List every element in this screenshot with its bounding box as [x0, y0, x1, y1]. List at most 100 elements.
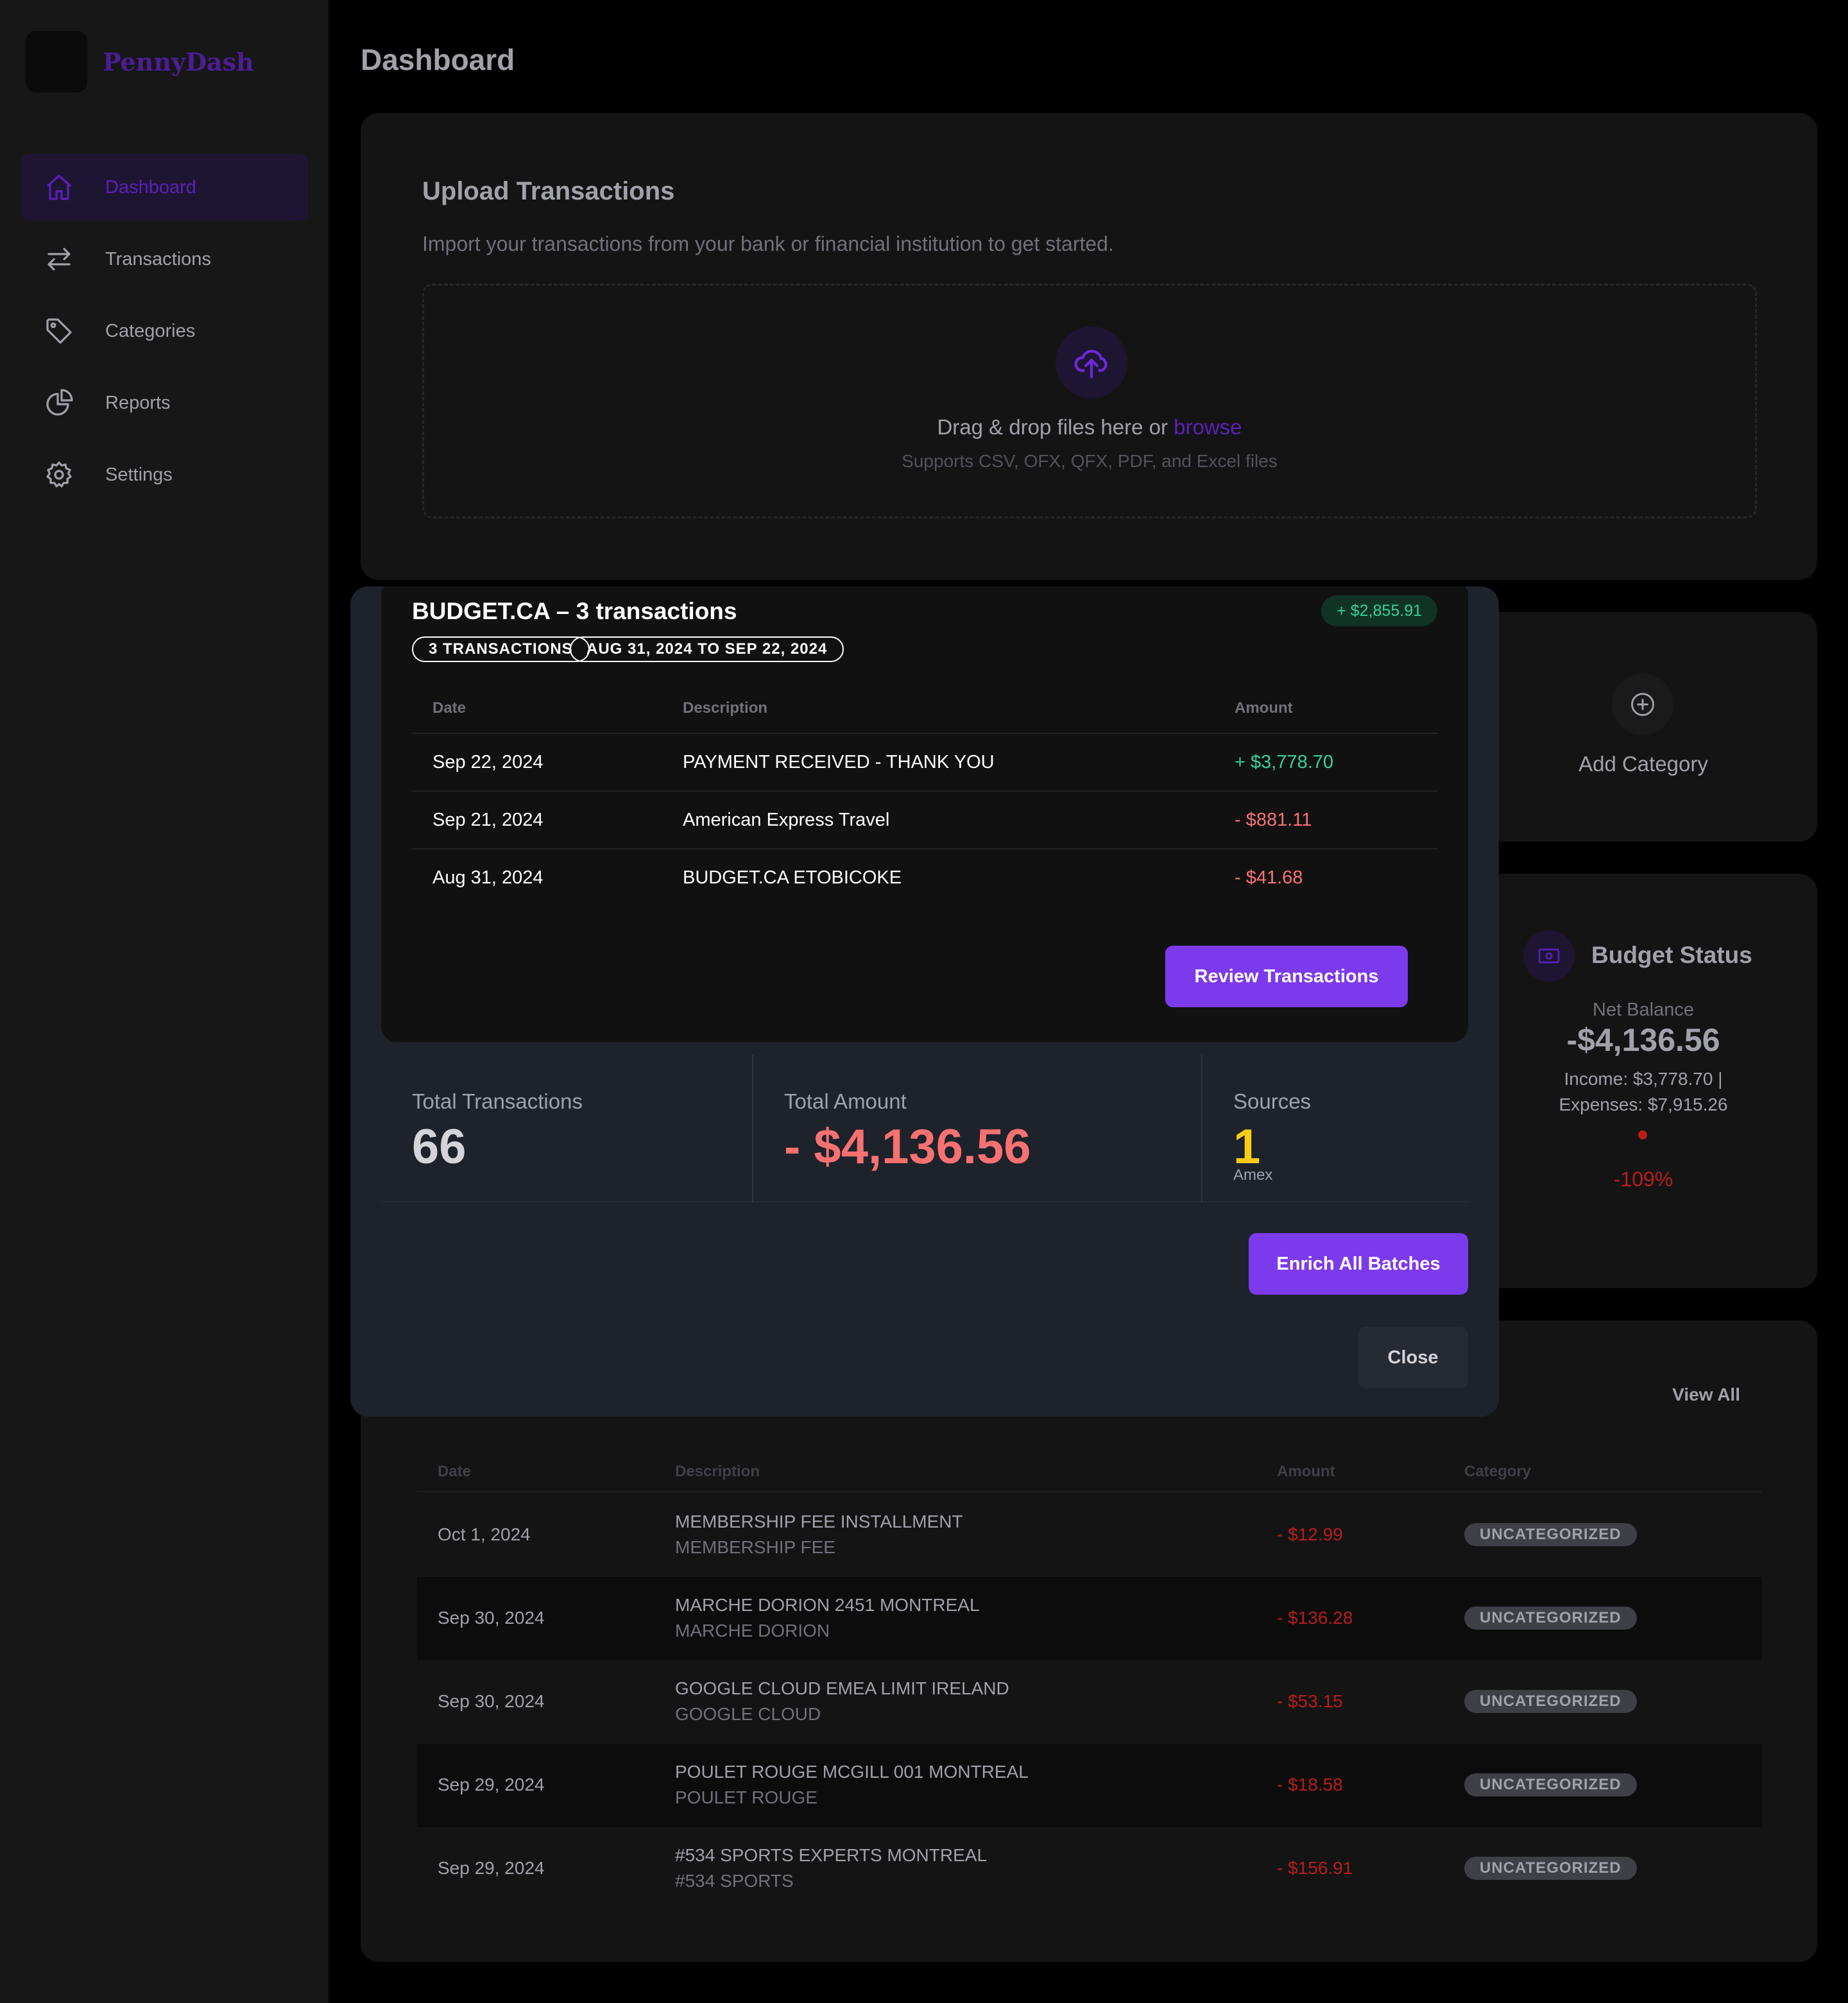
- row-merchant: POULET ROUGE: [675, 1787, 817, 1807]
- dropzone-hint: Supports CSV, OFX, QFX, PDF, and Excel f…: [902, 451, 1278, 471]
- money-icon: [1523, 930, 1575, 982]
- transaction-count-pill: 3 TRANSACTIONS: [412, 636, 590, 662]
- row-amount: - $12.99: [1277, 1524, 1343, 1544]
- expenses-line: Expenses: $7,915.26: [1559, 1095, 1728, 1114]
- dropzone-label: Drag & drop files here or: [937, 415, 1168, 439]
- row-description: American Express Travel: [683, 810, 890, 830]
- add-category-card[interactable]: Add Category: [1469, 612, 1817, 842]
- sidebar-item-label: Settings: [105, 464, 173, 485]
- stat-value: - $4,136.56: [784, 1120, 1031, 1174]
- budget-indicator-dot: [1638, 1130, 1647, 1139]
- column-header-date: Date: [432, 699, 466, 717]
- brand[interactable]: PennyDash: [26, 31, 254, 92]
- net-balance-value: -$4,136.56: [1566, 1022, 1720, 1058]
- upload-card: Upload Transactions Import your transact…: [361, 113, 1817, 580]
- row-description: GOOGLE CLOUD EMEA LIMIT IRELAND: [675, 1678, 1009, 1698]
- row-merchant: #534 SPORTS: [675, 1871, 794, 1891]
- row-date: Sep 29, 2024: [438, 1775, 545, 1794]
- view-all-link[interactable]: View All: [1672, 1385, 1740, 1405]
- brand-logo: [26, 31, 87, 92]
- column-header-amount: Amount: [1235, 699, 1293, 717]
- batch-stats: Total Transactions 66 Total Amount - $4,…: [381, 1055, 1468, 1202]
- category-badge[interactable]: UNCATEGORIZED: [1464, 1690, 1637, 1713]
- column-header-category: Category: [1464, 1463, 1532, 1480]
- income-line: Income: $3,778.70 |: [1564, 1069, 1723, 1089]
- row-date: Sep 29, 2024: [438, 1858, 545, 1878]
- table-header: Date Description Amount Category: [417, 1455, 1762, 1492]
- file-dropzone[interactable]: Drag & drop files here or browse Support…: [422, 284, 1757, 518]
- stat-caption: Amex: [1233, 1166, 1273, 1184]
- row-amount: - $136.28: [1277, 1608, 1353, 1628]
- table-row[interactable]: Sep 30, 2024 GOOGLE CLOUD EMEA LIMIT IRE…: [417, 1660, 1762, 1744]
- category-badge[interactable]: UNCATEGORIZED: [1464, 1607, 1637, 1630]
- pie-chart-icon: [46, 389, 73, 416]
- row-date: Sep 22, 2024: [432, 752, 543, 772]
- dropzone-text: Drag & drop files here or browse: [424, 415, 1755, 439]
- row-date: Sep 21, 2024: [432, 810, 543, 830]
- add-category-label: Add Category: [1579, 752, 1708, 776]
- row-merchant: MARCHE DORION: [675, 1621, 830, 1641]
- category-badge[interactable]: UNCATEGORIZED: [1464, 1523, 1637, 1546]
- column-header-date: Date: [438, 1463, 472, 1480]
- sidebar-item-transactions[interactable]: Transactions: [21, 226, 308, 293]
- sidebar-item-label: Reports: [105, 392, 171, 413]
- sidebar-item-dashboard[interactable]: Dashboard: [21, 154, 308, 221]
- sidebar-item-reports[interactable]: Reports: [21, 370, 308, 436]
- net-balance-label: Net Balance: [1593, 1000, 1694, 1020]
- table-row[interactable]: Sep 30, 2024 MARCHE DORION 2451 MONTREAL…: [417, 1577, 1762, 1660]
- row-description: MEMBERSHIP FEE INSTALLMENT: [675, 1512, 963, 1531]
- row-description: BUDGET.CA ETOBICOKE: [683, 867, 902, 888]
- enrich-all-batches-button[interactable]: Enrich All Batches: [1249, 1233, 1468, 1295]
- sidebar-item-label: Dashboard: [105, 176, 196, 198]
- stat-label: Total Transactions: [412, 1089, 583, 1113]
- table-row[interactable]: Oct 1, 2024 MEMBERSHIP FEE INSTALLMENT M…: [417, 1494, 1762, 1577]
- sidebar: PennyDash Dashboard Transactions Categor…: [0, 0, 329, 2003]
- stat-value: 66: [412, 1120, 466, 1174]
- arrows-swap-icon: [47, 248, 71, 271]
- column-header-description: Description: [675, 1463, 760, 1480]
- review-transactions-button[interactable]: Review Transactions: [1165, 946, 1408, 1007]
- sidebar-item-categories[interactable]: Categories: [21, 298, 308, 364]
- batch-table-header: Date Description Amount: [412, 683, 1437, 734]
- table-row[interactable]: Sep 22, 2024 PAYMENT RECEIVED - THANK YO…: [412, 734, 1437, 792]
- row-description: MARCHE DORION 2451 MONTREAL: [675, 1595, 980, 1615]
- plus-circle-icon: [1612, 674, 1673, 735]
- brand-name: PennyDash: [103, 47, 254, 76]
- stat-total-amount: Total Amount - $4,136.56: [752, 1055, 1201, 1202]
- row-date: Oct 1, 2024: [438, 1524, 531, 1544]
- row-amount: - $881.11: [1235, 810, 1312, 830]
- budget-status-card: Budget Status Net Balance -$4,136.56 Inc…: [1469, 874, 1817, 1288]
- page-title: Dashboard: [361, 43, 515, 76]
- close-button[interactable]: Close: [1358, 1327, 1468, 1388]
- stat-label: Sources: [1233, 1089, 1312, 1113]
- row-amount: - $41.68: [1235, 867, 1303, 888]
- stat-total-transactions: Total Transactions 66: [381, 1055, 752, 1202]
- tag-icon: [46, 318, 72, 344]
- budget-title: Budget Status: [1591, 942, 1752, 968]
- batch-net-badge: + $2,855.91: [1321, 595, 1437, 626]
- batch-title: BUDGET.CA – 3 transactions: [412, 598, 737, 624]
- upload-subtitle: Import your transactions from your bank …: [422, 232, 1114, 255]
- home-icon: [46, 175, 72, 200]
- row-merchant: GOOGLE CLOUD: [675, 1704, 821, 1724]
- budget-percent: -109%: [1613, 1168, 1673, 1191]
- category-badge[interactable]: UNCATEGORIZED: [1464, 1857, 1637, 1880]
- row-description: POULET ROUGE MCGILL 001 MONTREAL: [675, 1762, 1029, 1782]
- row-date: Aug 31, 2024: [432, 867, 543, 888]
- category-badge[interactable]: UNCATEGORIZED: [1464, 1773, 1637, 1796]
- sidebar-item-label: Transactions: [105, 248, 211, 269]
- gear-icon: [46, 461, 72, 488]
- row-description: PAYMENT RECEIVED - THANK YOU: [683, 752, 995, 772]
- table-row[interactable]: Sep 29, 2024 POULET ROUGE MCGILL 001 MON…: [417, 1744, 1762, 1827]
- table-row[interactable]: Sep 29, 2024 #534 SPORTS EXPERTS MONTREA…: [417, 1827, 1762, 1911]
- sidebar-item-settings[interactable]: Settings: [21, 441, 308, 508]
- browse-link[interactable]: browse: [1174, 415, 1242, 439]
- upload-title: Upload Transactions: [422, 177, 675, 205]
- row-amount: - $156.91: [1277, 1858, 1353, 1878]
- row-description: #534 SPORTS EXPERTS MONTREAL: [675, 1845, 988, 1865]
- row-amount: - $53.15: [1277, 1691, 1343, 1711]
- recent-transactions-card: View All Date Description Amount Categor…: [361, 1320, 1817, 1962]
- table-row[interactable]: Sep 21, 2024 American Express Travel - $…: [412, 792, 1437, 849]
- sidebar-item-label: Categories: [105, 320, 196, 341]
- table-row[interactable]: Aug 31, 2024 BUDGET.CA ETOBICOKE - $41.6…: [412, 849, 1437, 907]
